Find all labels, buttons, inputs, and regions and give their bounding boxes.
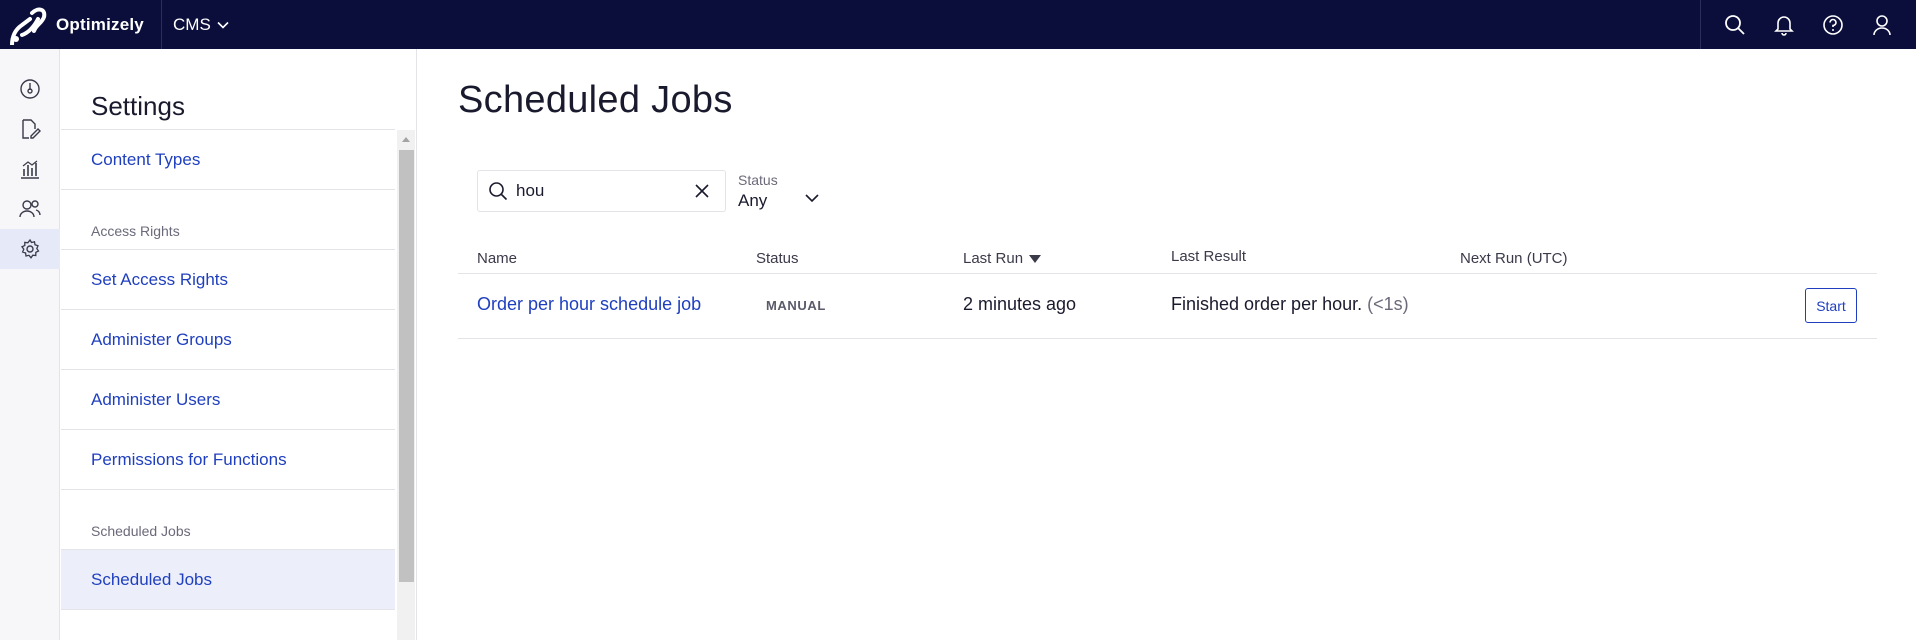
chevron-down-icon <box>217 21 229 29</box>
nav-link-content-types[interactable]: Content Types <box>61 130 395 190</box>
chevron-down-icon <box>805 194 819 203</box>
search-input[interactable] <box>516 181 676 201</box>
column-header-next-run[interactable]: Next Run (UTC) <box>1460 250 1568 267</box>
last-result-duration: (<1s) <box>1367 294 1409 314</box>
nav-group-scheduled-jobs: Scheduled Jobs <box>61 490 395 550</box>
nav-link-permissions-for-functions[interactable]: Permissions for Functions <box>61 430 395 490</box>
nav-link-administer-groups[interactable]: Administer Groups <box>61 310 395 370</box>
last-run-value: 2 minutes ago <box>963 294 1077 314</box>
rail-edit[interactable] <box>0 109 60 149</box>
search-icon <box>489 182 508 201</box>
edit-icon <box>22 119 41 139</box>
dashboard-icon <box>20 79 40 99</box>
nav-group-access-rights: Access Rights <box>61 190 395 250</box>
optimizely-logo-icon <box>10 7 47 45</box>
column-header-last-result[interactable]: Last Result <box>1171 248 1246 265</box>
user-icon[interactable] <box>1869 12 1895 38</box>
bell-icon[interactable] <box>1771 12 1797 38</box>
status-filter-label: Status <box>738 172 778 188</box>
people-icon <box>19 200 41 218</box>
column-header-name[interactable]: Name <box>477 250 517 267</box>
rail-dashboard[interactable] <box>0 69 60 109</box>
last-result-value: Finished order per hour. (<1s) <box>1171 294 1409 315</box>
status-badge: MANUAL <box>766 298 826 313</box>
status-filter-value: Any <box>738 191 768 210</box>
settings-icon <box>20 238 40 259</box>
icon-rail <box>0 49 60 640</box>
topbar-actions <box>1700 0 1916 49</box>
settings-nav: Content Types Access Rights Set Access R… <box>61 129 395 640</box>
start-job-button[interactable]: Start <box>1805 288 1857 323</box>
product-name: CMS <box>173 14 211 34</box>
nav-link-scheduled-jobs[interactable]: Scheduled Jobs <box>61 550 395 610</box>
column-header-status[interactable]: Status <box>756 250 799 267</box>
search-box[interactable] <box>477 170 726 212</box>
rail-settings[interactable] <box>0 229 60 269</box>
table-row: Order per hour schedule job MANUAL 2 min… <box>458 274 1877 339</box>
table-header: Name Status Last Run Last Result Next Ru… <box>458 246 1877 274</box>
search-icon[interactable] <box>1722 12 1748 38</box>
top-bar: Optimizely CMS <box>0 0 1916 49</box>
status-filter-dropdown[interactable]: Status Any <box>738 172 819 211</box>
scroll-up-arrow-icon[interactable] <box>397 130 415 148</box>
product-switcher[interactable]: CMS <box>162 0 230 49</box>
main-content: Scheduled Jobs Status Any Name Status La… <box>418 49 1916 640</box>
page-title: Scheduled Jobs <box>458 79 733 121</box>
rail-people[interactable] <box>0 189 60 229</box>
rail-analytics[interactable] <box>0 149 60 189</box>
settings-panel: Settings Content Types Access Rights Set… <box>61 49 417 640</box>
nav-link-administer-users[interactable]: Administer Users <box>61 370 395 430</box>
clear-search-icon[interactable] <box>693 182 711 205</box>
nav-scrollbar[interactable] <box>397 130 415 640</box>
brand-logo[interactable]: Optimizely <box>0 0 162 49</box>
nav-link-set-access-rights[interactable]: Set Access Rights <box>61 250 395 310</box>
settings-title: Settings <box>91 91 185 121</box>
last-result-text: Finished order per hour. <box>1171 294 1363 314</box>
sort-descending-icon <box>1029 254 1042 263</box>
job-name-link[interactable]: Order per hour schedule job <box>477 294 701 315</box>
analytics-icon <box>21 160 39 179</box>
column-header-last-run-label: Last Run <box>963 250 1024 267</box>
help-icon[interactable] <box>1820 12 1846 38</box>
scroll-thumb[interactable] <box>399 150 414 582</box>
jobs-table: Name Status Last Run Last Result Next Ru… <box>458 246 1877 339</box>
brand-name: Optimizely <box>56 14 144 34</box>
column-header-last-run[interactable]: Last Run <box>963 250 1042 267</box>
